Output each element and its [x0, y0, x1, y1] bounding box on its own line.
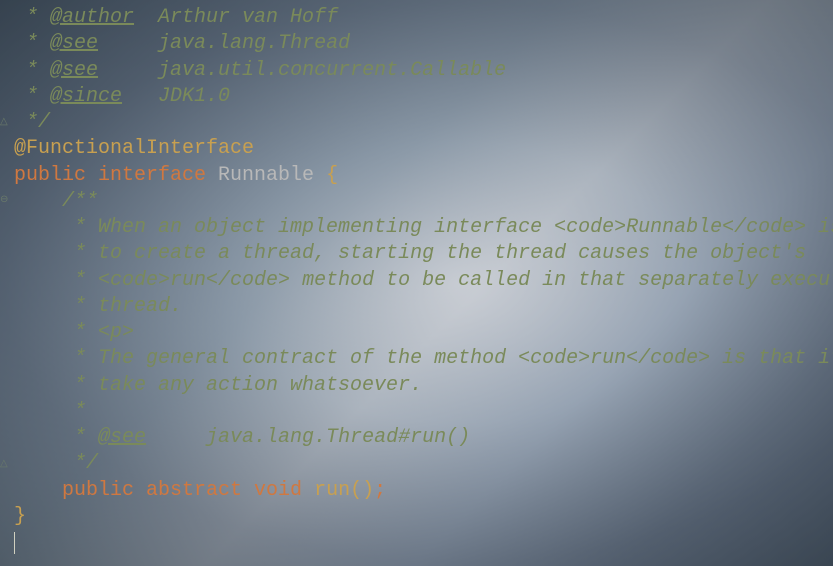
html-tag: <code> [554, 216, 626, 239]
code-text: java.lang.Thread [98, 32, 350, 55]
brace: } [14, 505, 26, 528]
javadoc-tag: @see [98, 426, 146, 449]
anchor-ref: #run() [398, 426, 470, 449]
code-text: * [14, 6, 50, 29]
code-text: run [590, 347, 626, 370]
code-text: /** [14, 190, 98, 213]
code-text: java.lang.Thread [146, 426, 398, 449]
text-cursor [14, 532, 15, 554]
html-tag: <p> [98, 321, 134, 344]
code-text: * The general contract of the method [14, 347, 518, 370]
code-text: is used [806, 216, 833, 239]
javadoc-tag: @author [50, 6, 134, 29]
code-text: * [14, 269, 98, 292]
javadoc-tag: @see [50, 32, 98, 55]
annotation: @FunctionalInterface [14, 137, 254, 160]
code-text: * [14, 426, 98, 449]
html-tag: </code> [722, 216, 806, 239]
code-text: run [170, 269, 206, 292]
code-editor[interactable]: * @author Arthur van Hoff * @see java.la… [0, 0, 833, 556]
method-name: run [314, 479, 350, 502]
code-text: */ [14, 452, 98, 475]
code-text: * [14, 400, 86, 423]
code-text: method to be called in that separately e… [290, 269, 833, 292]
type-name: Runnable [218, 164, 326, 187]
code-text: */ [14, 111, 50, 134]
javadoc-tag: @see [50, 59, 98, 82]
brace: { [326, 164, 338, 187]
code-text: * When an object implementing interface [14, 216, 554, 239]
code-text: * take any action whatsoever. [14, 374, 422, 397]
parentheses: () [350, 479, 374, 502]
code-text: * to create a thread, starting the threa… [14, 242, 806, 265]
code-text: JDK1.0 [122, 85, 230, 108]
code-text: * [14, 32, 50, 55]
html-tag: <code> [518, 347, 590, 370]
semicolon: ; [374, 479, 386, 502]
keyword: interface [98, 164, 218, 187]
html-tag: </code> [626, 347, 710, 370]
code-text: Runnable [626, 216, 722, 239]
code-text: * [14, 59, 50, 82]
code-text: Arthur van Hoff [134, 6, 338, 29]
code-text: * [14, 321, 98, 344]
code-text: * thread. [14, 295, 182, 318]
code-text: * [14, 85, 50, 108]
keyword: public abstract void [14, 479, 314, 502]
javadoc-tag: @since [50, 85, 122, 108]
keyword: public [14, 164, 98, 187]
html-tag: <code> [98, 269, 170, 292]
code-text: is that it may [710, 347, 833, 370]
code-text: java.util.concurrent.Callable [98, 59, 506, 82]
html-tag: </code> [206, 269, 290, 292]
